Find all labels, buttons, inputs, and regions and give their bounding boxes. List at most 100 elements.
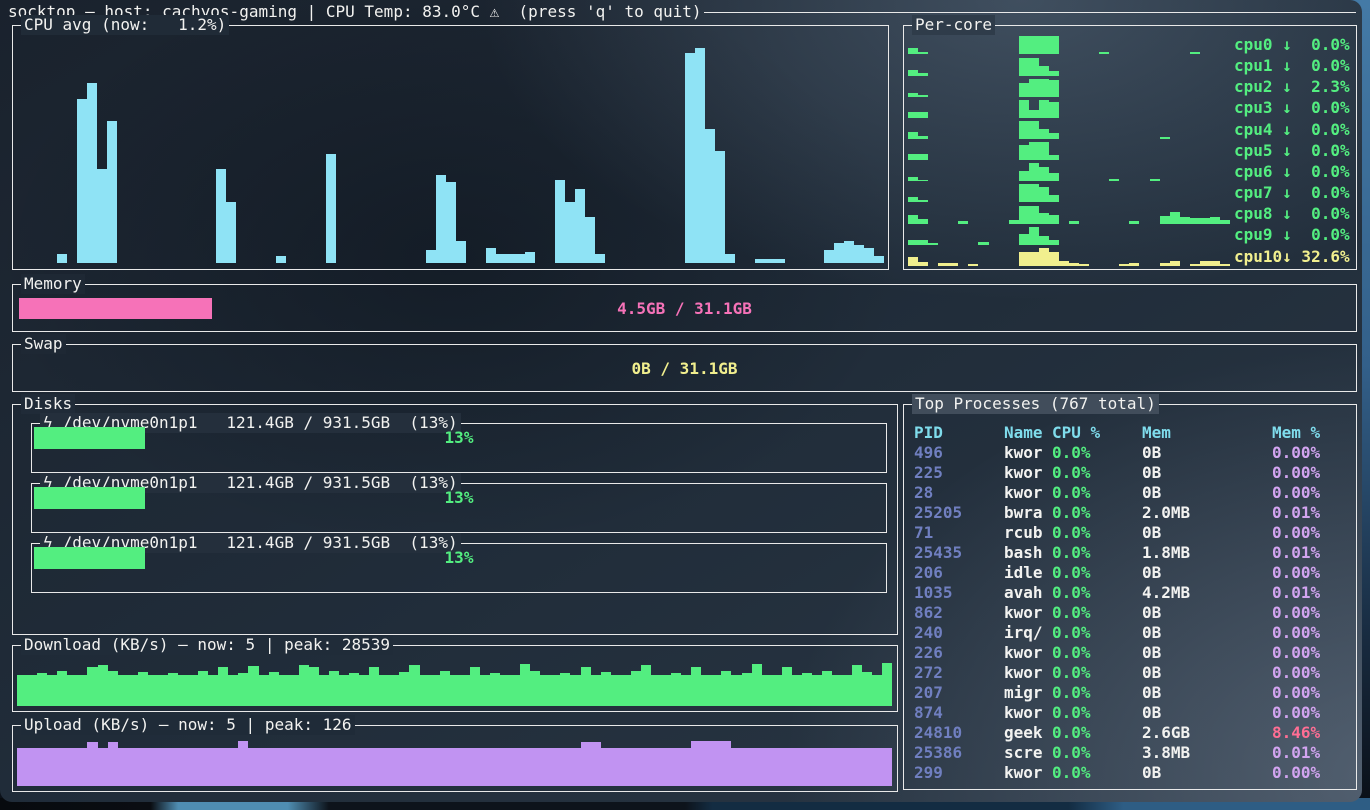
process-mem: 0B — [1142, 563, 1272, 583]
core-sparkline — [908, 36, 1230, 54]
swap-usage-text: 0B / 31.1GB — [19, 358, 1350, 379]
upload-history-bar — [198, 748, 208, 786]
process-row: 862kwor0.0%0B0.00% — [914, 603, 1352, 623]
core-spark-bar — [918, 95, 928, 96]
core-spark-bar — [1129, 221, 1139, 223]
upload-history-bar — [440, 748, 450, 786]
core-label: cpu3 ↓ 0.0% — [1234, 98, 1352, 117]
core-spark-bar — [908, 257, 918, 266]
upload-history-bar — [782, 748, 792, 786]
memory-gauge: 4.5GB / 31.1GB — [19, 298, 1350, 319]
cpu-history-bar — [426, 250, 436, 263]
download-history-bar — [198, 671, 208, 706]
download-history-bar — [611, 675, 621, 706]
core-label: cpu7 ↓ 0.0% — [1234, 183, 1352, 202]
core-spark-bar — [938, 263, 948, 266]
core-spark-bar — [1190, 52, 1200, 54]
core-spark-bar — [1039, 248, 1049, 266]
core-row: cpu3 ↓ 0.0% — [908, 98, 1352, 117]
upload-history-bar — [329, 748, 339, 786]
core-spark-bar — [1210, 217, 1220, 224]
upload-history-bar — [540, 748, 550, 786]
process-mem-pct: 0.01% — [1272, 543, 1352, 563]
process-name: avah — [1004, 583, 1052, 603]
process-mem: 0B — [1142, 703, 1272, 723]
process-pid: 25205 — [914, 503, 1004, 523]
process-cpu-pct: 0.0% — [1052, 703, 1142, 723]
download-history-bar — [540, 675, 550, 706]
process-name: kwor — [1004, 483, 1052, 503]
download-history-bar — [470, 667, 480, 706]
upload-history-bar — [581, 742, 591, 786]
core-sparkline — [908, 79, 1230, 97]
download-history-bar — [379, 675, 389, 706]
upload-history-bar — [520, 748, 530, 786]
upload-history-bar — [118, 748, 128, 786]
download-history-chart — [17, 659, 893, 706]
upload-history-bar — [460, 748, 470, 786]
core-spark-bar — [1150, 179, 1160, 181]
core-spark-bar — [1190, 264, 1200, 266]
core-spark-bar — [1039, 213, 1049, 224]
download-history-bar — [601, 672, 611, 706]
process-mem: 0B — [1142, 763, 1272, 783]
cpu-history-bar — [695, 48, 705, 263]
upload-history-bar — [832, 748, 842, 786]
download-history-bar — [98, 665, 108, 706]
download-history-bar — [711, 675, 721, 706]
upload-history-bar — [882, 748, 892, 786]
core-spark-bar — [1029, 142, 1039, 160]
disk-item: ϟ/dev/nvme0n1p1 121.4GB / 931.5GB (13%)1… — [31, 423, 887, 473]
process-pid: 25386 — [914, 743, 1004, 763]
core-spark-bar — [1029, 36, 1039, 54]
upload-history-bar — [128, 748, 138, 786]
core-spark-bar — [908, 132, 918, 139]
download-history-bar — [822, 671, 832, 706]
upload-history-bar — [399, 748, 409, 786]
upload-history-bar — [792, 748, 802, 786]
upload-history-bar — [731, 748, 741, 786]
process-pid: 1035 — [914, 583, 1004, 603]
download-history-bar — [37, 673, 47, 706]
core-row: cpu2 ↓ 2.3% — [908, 77, 1352, 96]
download-history-bar — [731, 675, 741, 706]
process-cpu-pct: 0.0% — [1052, 603, 1142, 623]
process-cpu-pct: 0.0% — [1052, 563, 1142, 583]
process-mem-pct: 0.01% — [1272, 743, 1352, 763]
terminal-window: socktop — host: cachyos-gaming | CPU Tem… — [0, 0, 1362, 802]
process-pid: 496 — [914, 443, 1004, 463]
core-spark-bar — [1029, 121, 1039, 139]
cpu-history-bar — [216, 169, 226, 263]
cpu-history-bar — [775, 259, 785, 263]
process-row: 299kwor0.0%0B0.00% — [914, 763, 1352, 783]
download-history-bar — [208, 675, 218, 706]
upload-history-bar — [178, 748, 188, 786]
process-name: kwor — [1004, 603, 1052, 623]
memory-usage-text: 4.5GB / 31.1GB — [19, 298, 1350, 319]
download-history-bar — [369, 667, 379, 706]
download-history-bar — [57, 671, 67, 706]
download-history-bar — [772, 675, 782, 706]
download-history-bar — [420, 675, 430, 706]
cpu-history-bar — [326, 154, 336, 264]
core-spark-bar — [1069, 221, 1079, 224]
process-pid: 299 — [914, 763, 1004, 783]
download-history-bar — [450, 675, 460, 706]
core-spark-bar — [908, 48, 918, 54]
core-spark-bar — [1039, 187, 1049, 202]
core-spark-bar — [1039, 66, 1049, 76]
download-history-bar — [389, 675, 399, 706]
upload-history-bar — [309, 748, 319, 786]
process-mem: 0B — [1142, 643, 1272, 663]
process-row: 25386scre0.0%3.8MB0.01% — [914, 743, 1352, 763]
upload-history-bar — [762, 748, 772, 786]
process-cpu-pct: 0.0% — [1052, 663, 1142, 683]
upload-history-bar — [430, 748, 440, 786]
core-spark-bar — [1069, 263, 1079, 266]
upload-history-bar — [862, 748, 872, 786]
process-name: rcub — [1004, 523, 1052, 543]
download-history-bar — [490, 673, 500, 706]
core-label: cpu9 ↓ 0.0% — [1234, 225, 1352, 244]
upload-history-bar — [772, 748, 782, 786]
upload-history-bar — [409, 748, 419, 786]
